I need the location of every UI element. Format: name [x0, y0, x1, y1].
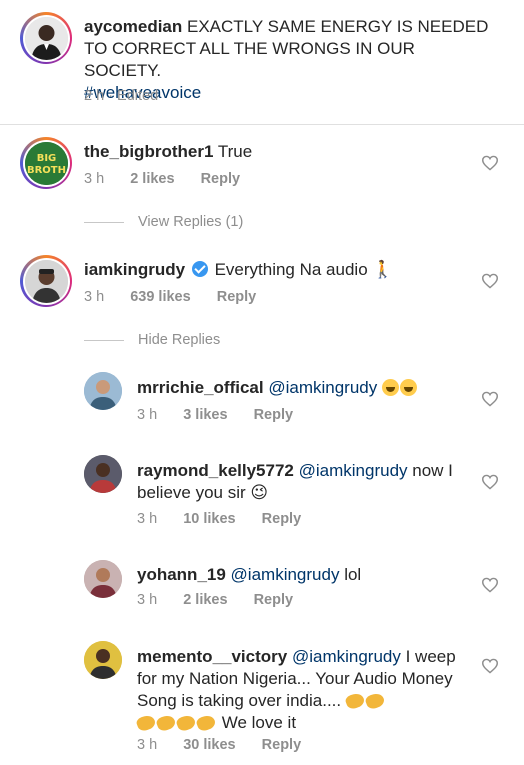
like-heart-icon[interactable] [481, 273, 499, 289]
view-replies-label[interactable]: View Replies (1) [138, 214, 243, 230]
reply-text: yohann_19 @iamkingrudy lol [137, 564, 477, 586]
caption-meta: 2 h · Edited [84, 88, 158, 104]
reply-meta: 3 h 3 likes Reply [137, 407, 293, 423]
comment-time: 3 h [84, 171, 105, 187]
avatar-the-bigbrother1[interactable]: BIG BROTH [20, 137, 72, 189]
reply-username[interactable]: raymond_kelly5772 [137, 461, 294, 480]
reply-username[interactable]: mrrichie_offical [137, 378, 264, 397]
hide-replies-toggle[interactable]: Hide Replies [84, 332, 220, 348]
reply-body-end: We love it [221, 713, 297, 732]
reply-meta: 3 h 10 likes Reply [137, 511, 301, 527]
walking-emoji: 🚶 [372, 260, 394, 280]
avatar-aycomedian[interactable] [20, 12, 72, 64]
like-heart-icon[interactable] [481, 474, 499, 490]
reply-mention[interactable]: @iamkingrudy [299, 461, 408, 480]
reply-button[interactable]: Reply [201, 171, 241, 187]
reply-mention[interactable]: @iamkingrudy [292, 647, 401, 666]
post-caption: aycomedian EXACTLY SAME ENERGY IS NEEDED… [0, 0, 524, 125]
reply-likes[interactable]: 30 likes [183, 737, 235, 753]
person-photo-icon [84, 641, 122, 679]
laughing-emoji-icon [381, 379, 399, 396]
comment-likes[interactable]: 639 likes [130, 289, 190, 305]
reply-time: 3 h [137, 407, 158, 423]
laughing-emoji-icon [399, 379, 417, 396]
like-heart-icon[interactable] [481, 391, 499, 407]
reply-text: mrrichie_offical @iamkingrudy [137, 377, 477, 399]
reply-button[interactable]: Reply [262, 511, 302, 527]
wink-emoji: 😉 [250, 483, 269, 503]
reply-time: 3 h [137, 737, 158, 753]
bigbrother-logo-icon: BIG BROTH [24, 141, 68, 185]
comment-body: Everything Na audio [214, 260, 368, 279]
clapping-hands-icon [155, 713, 177, 733]
person-photo-icon [24, 16, 68, 60]
avatar-mrrichie-offical[interactable] [84, 372, 122, 410]
hide-replies-label[interactable]: Hide Replies [138, 332, 220, 348]
clapping-hands-icon [175, 713, 197, 733]
reply-username[interactable]: yohann_19 [137, 565, 226, 584]
like-heart-icon[interactable] [481, 577, 499, 593]
reply-text: raymond_kelly5772 @iamkingrudy now I bel… [137, 460, 477, 504]
comment-meta: 3 h 2 likes Reply [84, 171, 240, 187]
reply-meta: 3 h 2 likes Reply [137, 592, 293, 608]
divider-line [84, 221, 124, 223]
reply-button[interactable]: Reply [262, 737, 302, 753]
comment-username[interactable]: iamkingrudy [84, 260, 185, 279]
like-heart-icon[interactable] [481, 658, 499, 674]
clapping-hands-icon [135, 713, 157, 733]
reply-mention[interactable]: @iamkingrudy [268, 378, 377, 397]
reply-button[interactable]: Reply [217, 289, 257, 305]
comment-likes[interactable]: 2 likes [130, 171, 174, 187]
comment-text: iamkingrudy Everything Na audio 🚶 [84, 259, 464, 281]
reply-likes[interactable]: 10 likes [183, 511, 235, 527]
reply-meta: 3 h 30 likes Reply [137, 737, 301, 753]
verified-badge-icon [191, 261, 208, 277]
clapping-hands-icon [364, 691, 386, 711]
reply-mention[interactable]: @iamkingrudy [231, 565, 340, 584]
svg-text:BROTH: BROTH [26, 165, 65, 176]
reply-username[interactable]: memento__victory [137, 647, 287, 666]
clapping-hands-icon [195, 713, 217, 733]
reply-body: lol [344, 565, 362, 584]
caption-time: 2 h [84, 88, 105, 104]
comment-text: the_bigbrother1 True [84, 141, 464, 163]
person-photo-icon [84, 372, 122, 410]
avatar-raymond-kelly5772[interactable] [84, 455, 122, 493]
reply-likes[interactable]: 2 likes [183, 592, 227, 608]
reply-time: 3 h [137, 592, 158, 608]
clapping-hands-icon [344, 691, 366, 711]
person-photo-icon [84, 560, 122, 598]
reply-button[interactable]: Reply [254, 407, 294, 423]
comment-time: 3 h [84, 289, 105, 305]
person-photo-icon [84, 455, 122, 493]
svg-text:BIG: BIG [36, 153, 56, 164]
avatar-memento-victory[interactable] [84, 641, 122, 679]
caption-username[interactable]: aycomedian [84, 17, 182, 36]
like-heart-icon[interactable] [481, 155, 499, 171]
reply-button[interactable]: Reply [254, 592, 294, 608]
avatar-iamkingrudy[interactable] [20, 255, 72, 307]
reply-text: memento__victory @iamkingrudy I weep for… [135, 646, 472, 734]
avatar-yohann-19[interactable] [84, 560, 122, 598]
person-photo-icon [24, 259, 68, 303]
comment-meta: 3 h 639 likes Reply [84, 289, 256, 305]
divider-line [84, 339, 124, 341]
reply-time: 3 h [137, 511, 158, 527]
reply-likes[interactable]: 3 likes [183, 407, 227, 423]
comment-username[interactable]: the_bigbrother1 [84, 142, 213, 161]
view-replies-toggle[interactable]: View Replies (1) [84, 214, 243, 230]
comment-body: True [217, 142, 253, 161]
caption-edited: · Edited [108, 88, 159, 104]
